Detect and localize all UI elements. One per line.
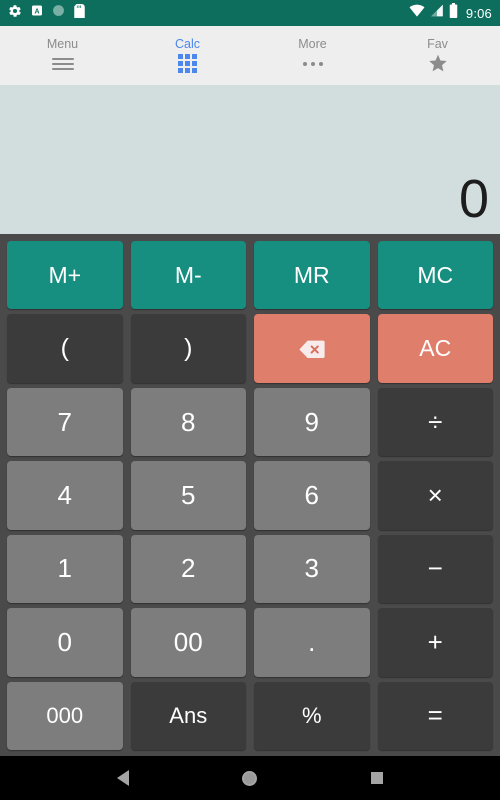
tab-menu-label: Menu bbox=[46, 37, 79, 52]
tab-calc[interactable]: Calc bbox=[125, 26, 250, 85]
wifi-icon bbox=[409, 4, 425, 22]
calculator-display[interactable]: 0 bbox=[0, 85, 500, 234]
tab-menu[interactable]: Menu bbox=[0, 26, 125, 85]
key-answer[interactable]: Ans bbox=[130, 681, 246, 750]
star-icon bbox=[427, 55, 449, 73]
top-tab-bar: Menu Calc More Fav bbox=[0, 26, 500, 85]
tab-fav-label: Fav bbox=[427, 37, 448, 52]
tab-calc-label: Calc bbox=[174, 37, 200, 52]
key-memory-subtract[interactable]: M- bbox=[130, 241, 246, 310]
key-add[interactable]: + bbox=[377, 608, 493, 677]
calculator-app-screen: A 9:06 Menu Calc More Fav 0 M+ M- MR MC … bbox=[0, 0, 500, 800]
key-backspace[interactable] bbox=[254, 314, 370, 383]
key-memory-recall[interactable]: MR bbox=[254, 241, 370, 310]
home-button[interactable] bbox=[230, 756, 270, 800]
key-3[interactable]: 3 bbox=[254, 534, 370, 604]
keypad-row-bottom: 000 Ans % = bbox=[4, 680, 496, 752]
key-5[interactable]: 5 bbox=[130, 461, 246, 530]
calculator-keypad: M+ M- MR MC ( ) AC 7 8 9 ÷ 4 5 6 × 1 2 3… bbox=[0, 234, 500, 756]
back-button[interactable] bbox=[103, 756, 143, 800]
key-decimal-point[interactable]: . bbox=[254, 608, 370, 677]
sd-card-icon bbox=[74, 3, 85, 23]
hamburger-icon bbox=[51, 55, 74, 73]
key-all-clear[interactable]: AC bbox=[377, 314, 493, 383]
backspace-icon bbox=[299, 340, 325, 358]
alphabet-mode-icon: A bbox=[31, 4, 43, 22]
key-7[interactable]: 7 bbox=[7, 387, 123, 457]
svg-text:A: A bbox=[34, 8, 39, 15]
recents-button[interactable] bbox=[357, 756, 397, 800]
keypad-row-789: 7 8 9 ÷ bbox=[4, 386, 496, 458]
key-4[interactable]: 4 bbox=[7, 461, 123, 530]
keypad-row-memory: M+ M- MR MC bbox=[4, 239, 496, 311]
keypad-row-456: 4 5 6 × bbox=[4, 459, 496, 531]
status-bar: A 9:06 bbox=[0, 0, 500, 26]
key-triple-zero[interactable]: 000 bbox=[7, 681, 123, 750]
key-memory-clear[interactable]: MC bbox=[377, 241, 493, 310]
key-0[interactable]: 0 bbox=[7, 608, 123, 677]
keypad-row-zero: 0 00 . + bbox=[4, 606, 496, 678]
keypad-row-123: 1 2 3 − bbox=[4, 533, 496, 605]
signal-icon bbox=[430, 4, 444, 22]
circle-icon bbox=[52, 4, 65, 22]
key-close-paren[interactable]: ) bbox=[130, 314, 246, 383]
display-value: 0 bbox=[458, 169, 489, 229]
key-2[interactable]: 2 bbox=[130, 534, 246, 604]
key-6[interactable]: 6 bbox=[254, 461, 370, 530]
home-circle-icon bbox=[242, 770, 258, 786]
settings-gear-icon bbox=[8, 4, 22, 23]
tab-fav[interactable]: Fav bbox=[375, 26, 500, 85]
key-9[interactable]: 9 bbox=[254, 387, 370, 457]
status-bar-right-icons: 9:06 bbox=[409, 3, 492, 23]
status-bar-clock: 9:06 bbox=[465, 5, 492, 21]
status-bar-left-icons: A bbox=[8, 3, 85, 23]
overflow-dots-icon bbox=[302, 55, 323, 73]
android-navigation-bar bbox=[0, 756, 500, 800]
key-subtract[interactable]: − bbox=[377, 534, 493, 604]
key-8[interactable]: 8 bbox=[130, 387, 246, 457]
key-open-paren[interactable]: ( bbox=[7, 314, 123, 383]
key-percent[interactable]: % bbox=[254, 681, 370, 750]
keypad-row-paren-clear: ( ) AC bbox=[4, 312, 496, 384]
key-equals[interactable]: = bbox=[377, 681, 493, 750]
key-multiply[interactable]: × bbox=[377, 461, 493, 530]
battery-icon bbox=[449, 3, 458, 23]
tab-more[interactable]: More bbox=[250, 26, 375, 85]
tab-more-label: More bbox=[298, 37, 327, 52]
key-memory-add[interactable]: M+ bbox=[7, 241, 123, 310]
key-double-zero[interactable]: 00 bbox=[130, 608, 246, 677]
grid-icon bbox=[178, 54, 197, 74]
key-1[interactable]: 1 bbox=[7, 534, 123, 604]
recents-square-icon bbox=[370, 772, 383, 784]
back-triangle-icon bbox=[117, 770, 130, 786]
key-divide[interactable]: ÷ bbox=[377, 387, 493, 457]
